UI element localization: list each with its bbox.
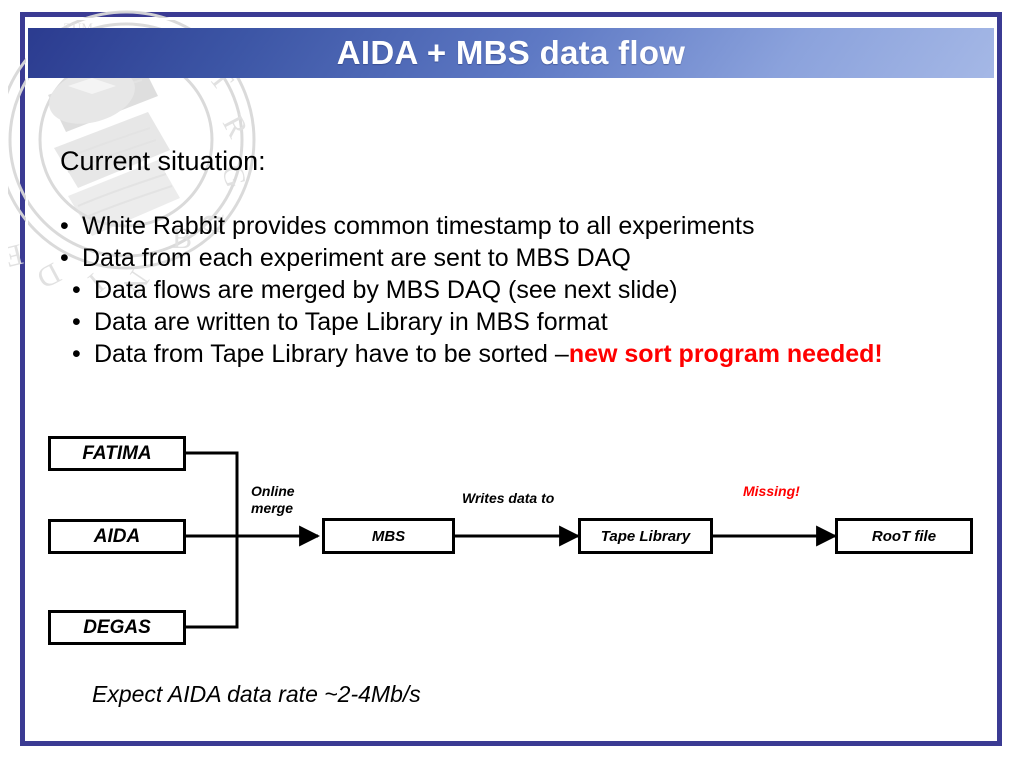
edge-label-writes-data-to: Writes data to [462,490,555,506]
node-aida[interactable]: AIDA [48,519,186,554]
node-fatima[interactable]: FATIMA [48,436,186,471]
edge-label-online-merge: Online merge [251,483,295,516]
node-label: AIDA [93,525,141,547]
node-label: FATIMA [82,442,152,464]
node-root-file[interactable]: RooT file [835,518,973,554]
node-mbs[interactable]: MBS [322,518,455,554]
node-tape-library[interactable]: Tape Library [578,518,713,554]
node-label: MBS [371,527,406,545]
node-degas[interactable]: DEGAS [48,610,186,645]
node-label: RooT file [871,527,937,545]
node-label: DEGAS [83,616,151,638]
slide: T R G U B N I D E TUM AIDA + MBS data fl… [0,0,1024,768]
data-flow-diagram: FATIMA AIDA DEGAS MBS Tape Library RooT … [0,0,1024,768]
diagram-connectors [186,451,838,629]
diagram-caption: Expect AIDA data rate ~2-4Mb/s [92,681,421,707]
node-label: Tape Library [600,527,691,545]
edge-label-missing: Missing! [743,483,800,499]
